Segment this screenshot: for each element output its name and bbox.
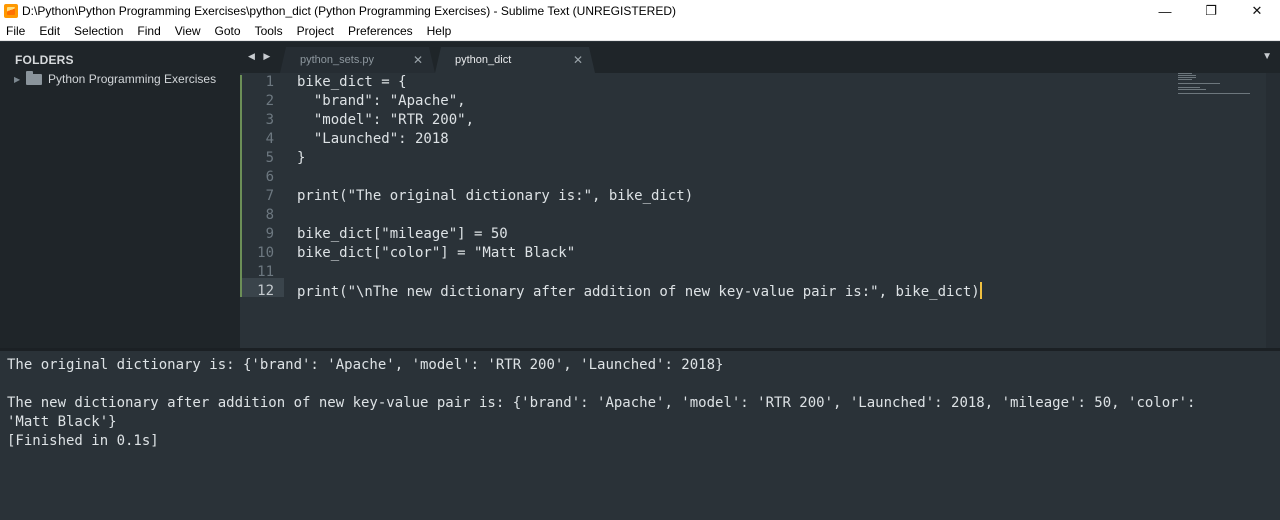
- menu-selection[interactable]: Selection: [67, 22, 130, 41]
- minimap-line: [1178, 89, 1206, 90]
- code-line: print("The original dictionary is:", bik…: [297, 188, 694, 204]
- minimap-line: [1178, 73, 1192, 74]
- tab-python-dict[interactable]: python_dict ✕: [435, 47, 595, 73]
- menu-tools[interactable]: Tools: [248, 22, 290, 41]
- minimap-line: [1178, 75, 1196, 76]
- line-number: 10: [257, 245, 274, 261]
- tab-label: python_sets.py: [300, 54, 374, 66]
- line-number: 3: [265, 112, 274, 128]
- sidebar-folder-item[interactable]: ▶ Python Programming Exercises: [14, 70, 217, 86]
- tab-strip: ◀ ▶ python_sets.py ✕ python_dict ✕ ▼: [240, 42, 1280, 73]
- code-line: bike_dict["color"] = "Matt Black": [297, 245, 576, 261]
- vertical-scrollbar[interactable]: [1266, 73, 1280, 348]
- menu-preferences[interactable]: Preferences: [341, 22, 420, 41]
- line-number: 5: [265, 150, 274, 166]
- minimap-line: [1178, 93, 1250, 94]
- tab-python-sets[interactable]: python_sets.py ✕: [280, 47, 435, 73]
- title-bar: D:\Python\Python Programming Exercises\p…: [0, 0, 1280, 22]
- minimap-line: [1178, 77, 1196, 78]
- minimap-line: [1178, 79, 1192, 80]
- tab-close-icon[interactable]: ✕: [573, 53, 595, 67]
- menu-find[interactable]: Find: [130, 22, 167, 41]
- line-number-gutter: 1 2 3 4 5 6 7 8 9 10 11 12: [240, 73, 284, 348]
- minimize-button[interactable]: —: [1142, 0, 1188, 22]
- line-number-current: 12: [257, 283, 274, 299]
- folder-icon: [26, 70, 42, 85]
- line-number: 1: [265, 74, 274, 90]
- menu-bar: File Edit Selection Find View Goto Tools…: [0, 22, 1280, 41]
- tab-nav-arrows-icon[interactable]: ◀ ▶: [248, 51, 273, 62]
- line-number: 6: [265, 169, 274, 185]
- output-line: The original dictionary is: {'brand': 'A…: [7, 357, 724, 373]
- line-number: 8: [265, 207, 274, 223]
- code-line: "Launched": 2018: [297, 131, 449, 147]
- menu-view[interactable]: View: [168, 22, 208, 41]
- code-line: "brand": "Apache",: [297, 93, 466, 109]
- tab-list-dropdown-icon[interactable]: ▼: [1262, 51, 1272, 62]
- menu-file[interactable]: File: [0, 22, 32, 41]
- code-line: bike_dict = {: [297, 74, 407, 90]
- code-line: "model": "RTR 200",: [297, 112, 475, 128]
- text-cursor: [979, 282, 982, 299]
- current-code-line: print("\nThe new dictionary after additi…: [297, 282, 982, 302]
- window-title: D:\Python\Python Programming Exercises\p…: [22, 4, 677, 18]
- line-number: 2: [265, 93, 274, 109]
- menu-edit[interactable]: Edit: [32, 22, 67, 41]
- minimap-line: [1178, 83, 1220, 84]
- sublime-text-icon: [4, 4, 18, 18]
- output-line: The new dictionary after addition of new…: [7, 395, 1196, 411]
- minimap-line: [1178, 87, 1200, 88]
- line-number: 9: [265, 226, 274, 242]
- build-output-panel[interactable]: The original dictionary is: {'brand': 'A…: [0, 351, 1280, 520]
- menu-goto[interactable]: Goto: [208, 22, 248, 41]
- folders-header: FOLDERS: [15, 53, 74, 67]
- close-window-button[interactable]: ✕: [1234, 0, 1280, 22]
- expand-arrow-icon[interactable]: ▶: [14, 75, 26, 84]
- restore-button[interactable]: ❐: [1188, 0, 1234, 22]
- line-number: 4: [265, 131, 274, 147]
- window-controls: — ❐ ✕: [1142, 0, 1280, 22]
- folder-label: Python Programming Exercises: [48, 72, 217, 86]
- menu-project[interactable]: Project: [290, 22, 341, 41]
- code-line: bike_dict["mileage"] = 50: [297, 226, 508, 242]
- line-number: 7: [265, 188, 274, 204]
- code-editor[interactable]: 1 2 3 4 5 6 7 8 9 10 11 12 bike_dict = {…: [240, 73, 1280, 348]
- tab-label: python_dict: [455, 54, 512, 66]
- line-number: 11: [257, 264, 274, 280]
- output-line: [Finished in 0.1s]: [7, 433, 159, 449]
- menu-help[interactable]: Help: [420, 22, 459, 41]
- output-line: 'Matt Black'}: [7, 414, 117, 430]
- sidebar: FOLDERS ▶ Python Programming Exercises: [0, 42, 240, 348]
- minimap[interactable]: [1178, 73, 1258, 103]
- code-line: print("\nThe new dictionary after additi…: [297, 284, 980, 300]
- tab-close-icon[interactable]: ✕: [413, 53, 435, 67]
- code-line: }: [297, 150, 306, 166]
